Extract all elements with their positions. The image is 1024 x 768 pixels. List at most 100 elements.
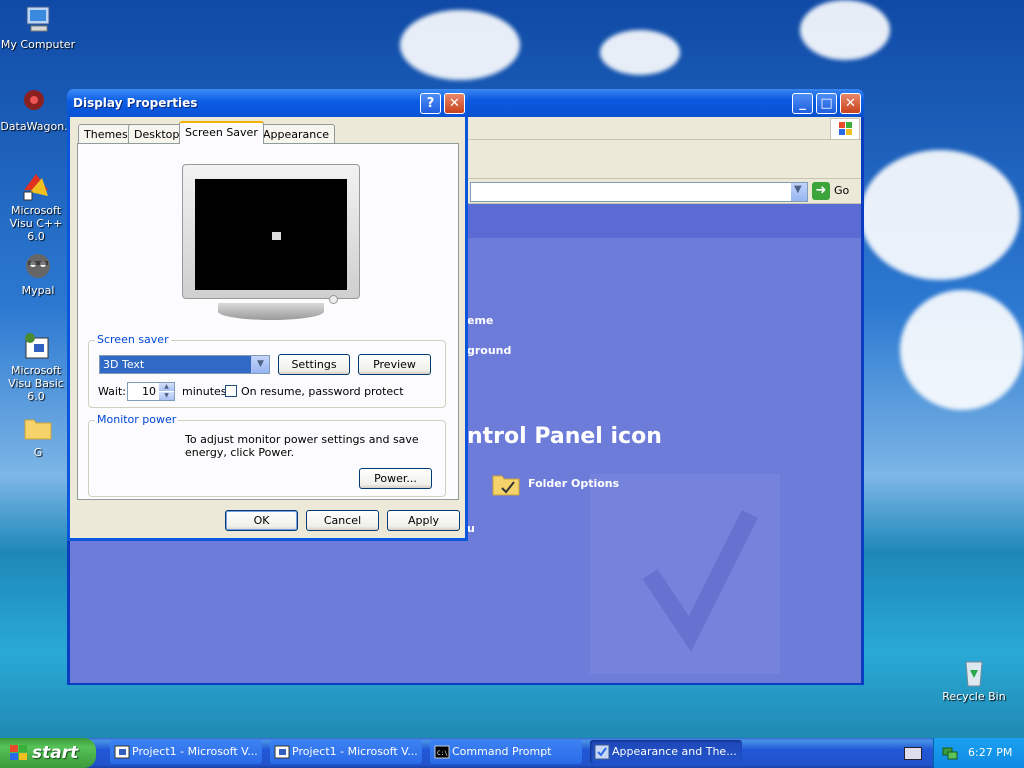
taskbar-item-label: Project1 - Microsoft V...: [292, 745, 418, 758]
monitor-screen: [195, 179, 347, 290]
dialog-title: Display Properties: [73, 96, 198, 110]
monitor-power-group-label: Monitor power: [95, 413, 179, 426]
desktop-icon-visual-cpp[interactable]: Microsoft Visu C++ 6.0: [0, 170, 72, 243]
monitor-power-group: Monitor power To adjust monitor power se…: [88, 413, 446, 497]
folder-options-icon: [492, 475, 520, 496]
command-prompt-icon: C:\: [434, 745, 450, 759]
maximize-icon: □: [820, 96, 833, 111]
wait-value: 10: [142, 385, 156, 398]
taskbar-item-label: Project1 - Microsoft V...: [132, 745, 258, 758]
taskbar-item-command-prompt[interactable]: C:\ Command Prompt: [430, 740, 582, 764]
partial-text: u: [467, 522, 475, 535]
screen-saver-group-label: Screen saver: [95, 333, 171, 346]
desktop-icon-label: Mypal: [21, 284, 55, 297]
minimize-button[interactable]: _: [792, 93, 813, 114]
vb-project-icon: [114, 745, 130, 759]
desktop-icon-visual-basic[interactable]: Microsoft Visu Basic 6.0: [0, 330, 72, 403]
screen-saver-select[interactable]: 3D Text ▼: [99, 355, 270, 374]
taskbar-item-project1-a[interactable]: Project1 - Microsoft V...: [110, 740, 262, 764]
desktop-icon-datawagon[interactable]: DataWagon.: [0, 86, 72, 133]
cloud: [600, 30, 680, 75]
vb-project-icon: [274, 745, 290, 759]
address-input[interactable]: ▼: [470, 182, 808, 202]
password-protect-checkbox[interactable]: [225, 385, 237, 397]
minimize-icon: _: [799, 96, 806, 111]
monitor-power-led: [329, 295, 338, 304]
desktop-icon-my-computer[interactable]: My Computer: [0, 4, 76, 51]
computer-icon: [22, 4, 54, 36]
help-button[interactable]: ?: [420, 93, 441, 114]
desktop-icon-mypal[interactable]: Mypal: [0, 250, 76, 297]
apply-button[interactable]: Apply: [387, 510, 460, 531]
network-icon[interactable]: [942, 745, 958, 761]
tab-screen-saver[interactable]: Screen Saver: [179, 121, 264, 144]
datawagon-icon: [18, 86, 50, 118]
pick-icon-heading: ntrol Panel icon: [467, 424, 662, 449]
chevron-down-icon[interactable]: ▼: [251, 356, 269, 373]
monitor-stand: [218, 303, 324, 320]
svg-text:C:\: C:\: [437, 750, 448, 757]
mypal-icon: [22, 250, 54, 282]
clock[interactable]: 6:27 PM: [968, 746, 1012, 759]
minutes-label: minutes: [182, 385, 227, 398]
start-button[interactable]: start: [0, 738, 96, 768]
visual-cpp-icon: [20, 170, 52, 202]
monitor-power-description: To adjust monitor power settings and sav…: [185, 433, 419, 459]
spin-up-icon[interactable]: ▲: [159, 383, 174, 391]
taskbar-item-label: Appearance and The...: [612, 745, 737, 758]
cloud: [900, 290, 1024, 410]
help-icon: ?: [426, 96, 435, 111]
maximize-button[interactable]: □: [816, 93, 837, 114]
desktop-icon-label: Microsoft Visu C++ 6.0: [9, 204, 63, 243]
control-panel-icon: [594, 744, 610, 760]
dialog-client: Themes Desktop Screen Saver Appearance S…: [70, 117, 465, 538]
screen-saver-group: Screen saver 3D Text ▼ Settings Preview …: [88, 333, 446, 408]
tab-themes[interactable]: Themes: [78, 124, 134, 143]
power-button[interactable]: Power...: [359, 468, 432, 489]
desktop-icon-recycle-bin[interactable]: Recycle Bin: [936, 656, 1012, 703]
preview-button[interactable]: Preview: [358, 354, 431, 375]
password-protect-label[interactable]: On resume, password protect: [241, 385, 404, 398]
go-label: Go: [834, 184, 850, 197]
close-button[interactable]: ✕: [840, 93, 861, 114]
task-link-scheme[interactable]: eme: [467, 314, 493, 327]
address-dropdown-button[interactable]: ▼: [791, 183, 807, 201]
folder-options-label: Folder Options: [528, 477, 620, 490]
wait-minutes-spinner[interactable]: 10 ▲ ▼: [127, 382, 175, 401]
visual-basic-icon: [20, 330, 52, 362]
display-properties-dialog[interactable]: Display Properties ? ✕ Themes Desktop Sc…: [67, 89, 468, 541]
tab-appearance[interactable]: Appearance: [257, 124, 336, 143]
close-icon: ✕: [845, 96, 856, 111]
taskbar-item-appearance[interactable]: Appearance and The...: [590, 740, 742, 764]
recycle-bin-icon: [958, 656, 990, 688]
spin-down-icon[interactable]: ▼: [159, 392, 174, 400]
folder-options-link[interactable]: Folder Options: [490, 468, 650, 500]
system-tray: 6:27 PM: [933, 738, 1024, 768]
desktop-icon-label: Recycle Bin: [942, 690, 1006, 703]
dialog-titlebar[interactable]: Display Properties ? ✕: [67, 89, 468, 117]
desktop-icon-label: Microsoft Visu Basic 6.0: [8, 364, 64, 403]
taskbar: start Project1 - Microsoft V... Project1…: [0, 738, 1024, 768]
tab-desktop[interactable]: Desktop: [128, 124, 186, 143]
monitor-body: [182, 164, 360, 304]
task-link-background[interactable]: ground: [467, 344, 511, 357]
windows-logo-icon: [830, 118, 860, 140]
taskbar-item-project1-b[interactable]: Project1 - Microsoft V...: [270, 740, 422, 764]
cloud: [860, 150, 1020, 280]
ok-button[interactable]: OK: [225, 510, 298, 531]
dialog-close-button[interactable]: ✕: [444, 93, 465, 114]
go-arrow-icon: ➜: [812, 182, 830, 200]
start-label: start: [32, 743, 79, 763]
go-button[interactable]: ➜ Go: [812, 182, 856, 200]
settings-button[interactable]: Settings: [278, 354, 350, 375]
screen-saver-selected: 3D Text: [103, 358, 145, 371]
cancel-button[interactable]: Cancel: [306, 510, 379, 531]
keyboard-icon[interactable]: [904, 747, 922, 760]
desktop-icon-g-folder[interactable]: G: [0, 412, 76, 459]
close-icon: ✕: [449, 96, 460, 111]
cloud: [800, 0, 890, 60]
taskbar-item-label: Command Prompt: [452, 745, 552, 758]
chevron-down-icon: ▼: [794, 184, 802, 195]
desktop-icon-label: G: [33, 446, 43, 459]
monitor-preview: [182, 164, 360, 322]
